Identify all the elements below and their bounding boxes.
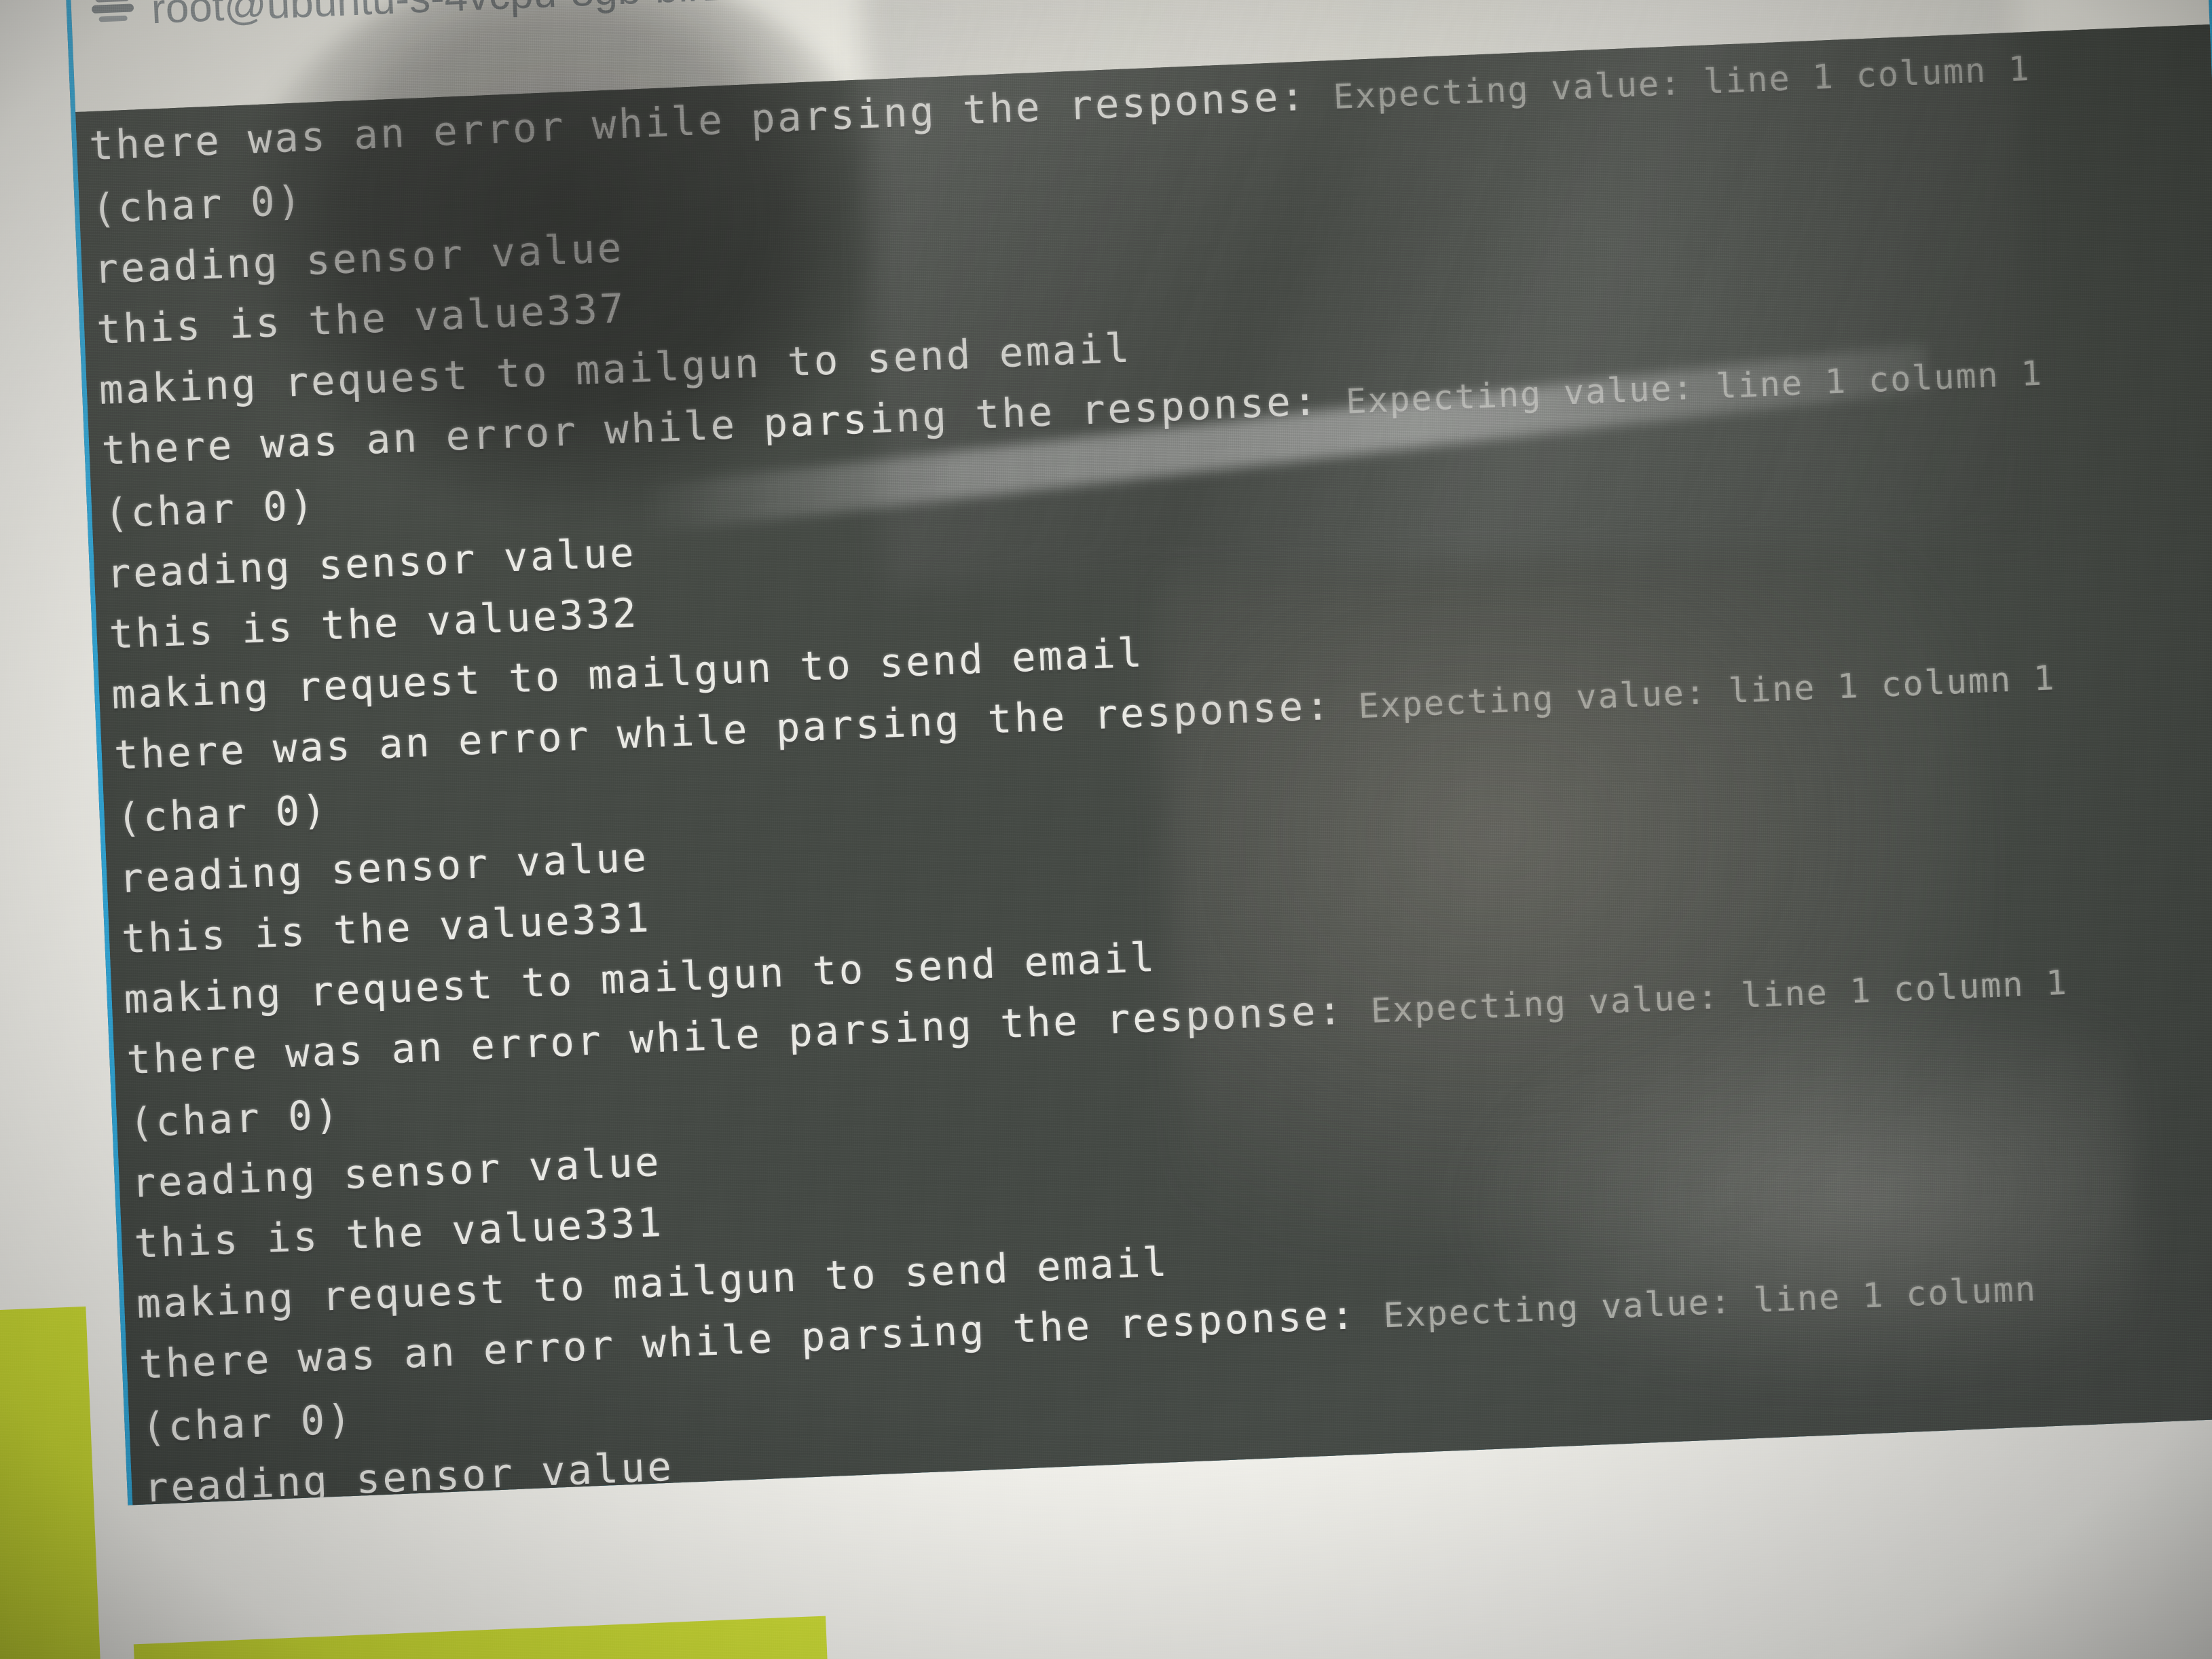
- minimize-button[interactable]: [1821, 0, 1881, 20]
- window-title: root@ubuntu-s-4vcpu-8gb-blr1-01: ~: [151, 0, 835, 33]
- background-card-left: [0, 1123, 99, 1308]
- terminal-line-text: (char 0): [90, 177, 305, 233]
- close-button[interactable]: ✕: [2141, 0, 2202, 7]
- terminal-line-text: (char 0): [103, 481, 317, 537]
- terminal-line-text: (char 0): [115, 786, 330, 842]
- terminal-line-text: (char 0): [128, 1091, 342, 1146]
- window-controls: ✕: [1821, 0, 2202, 20]
- terminal-lines: there was an error while parsing the res…: [88, 24, 2212, 1505]
- terminal-output-area[interactable]: there was an error while parsing the res…: [75, 24, 2212, 1506]
- terminal-window[interactable]: root@ubuntu-s-4vcpu-8gb-blr1-01: ~ ✕ the…: [64, 0, 2212, 1506]
- maximize-button[interactable]: [1981, 0, 2042, 14]
- terminal-menu-icon[interactable]: [91, 0, 134, 24]
- monitor-photo: unt olyn d Data root@ubuntu-s-4vcpu-8gb-…: [0, 0, 2212, 1659]
- desktop-screen: unt olyn d Data root@ubuntu-s-4vcpu-8gb-…: [0, 0, 2212, 1659]
- terminal-line-text: (char 0): [141, 1395, 355, 1451]
